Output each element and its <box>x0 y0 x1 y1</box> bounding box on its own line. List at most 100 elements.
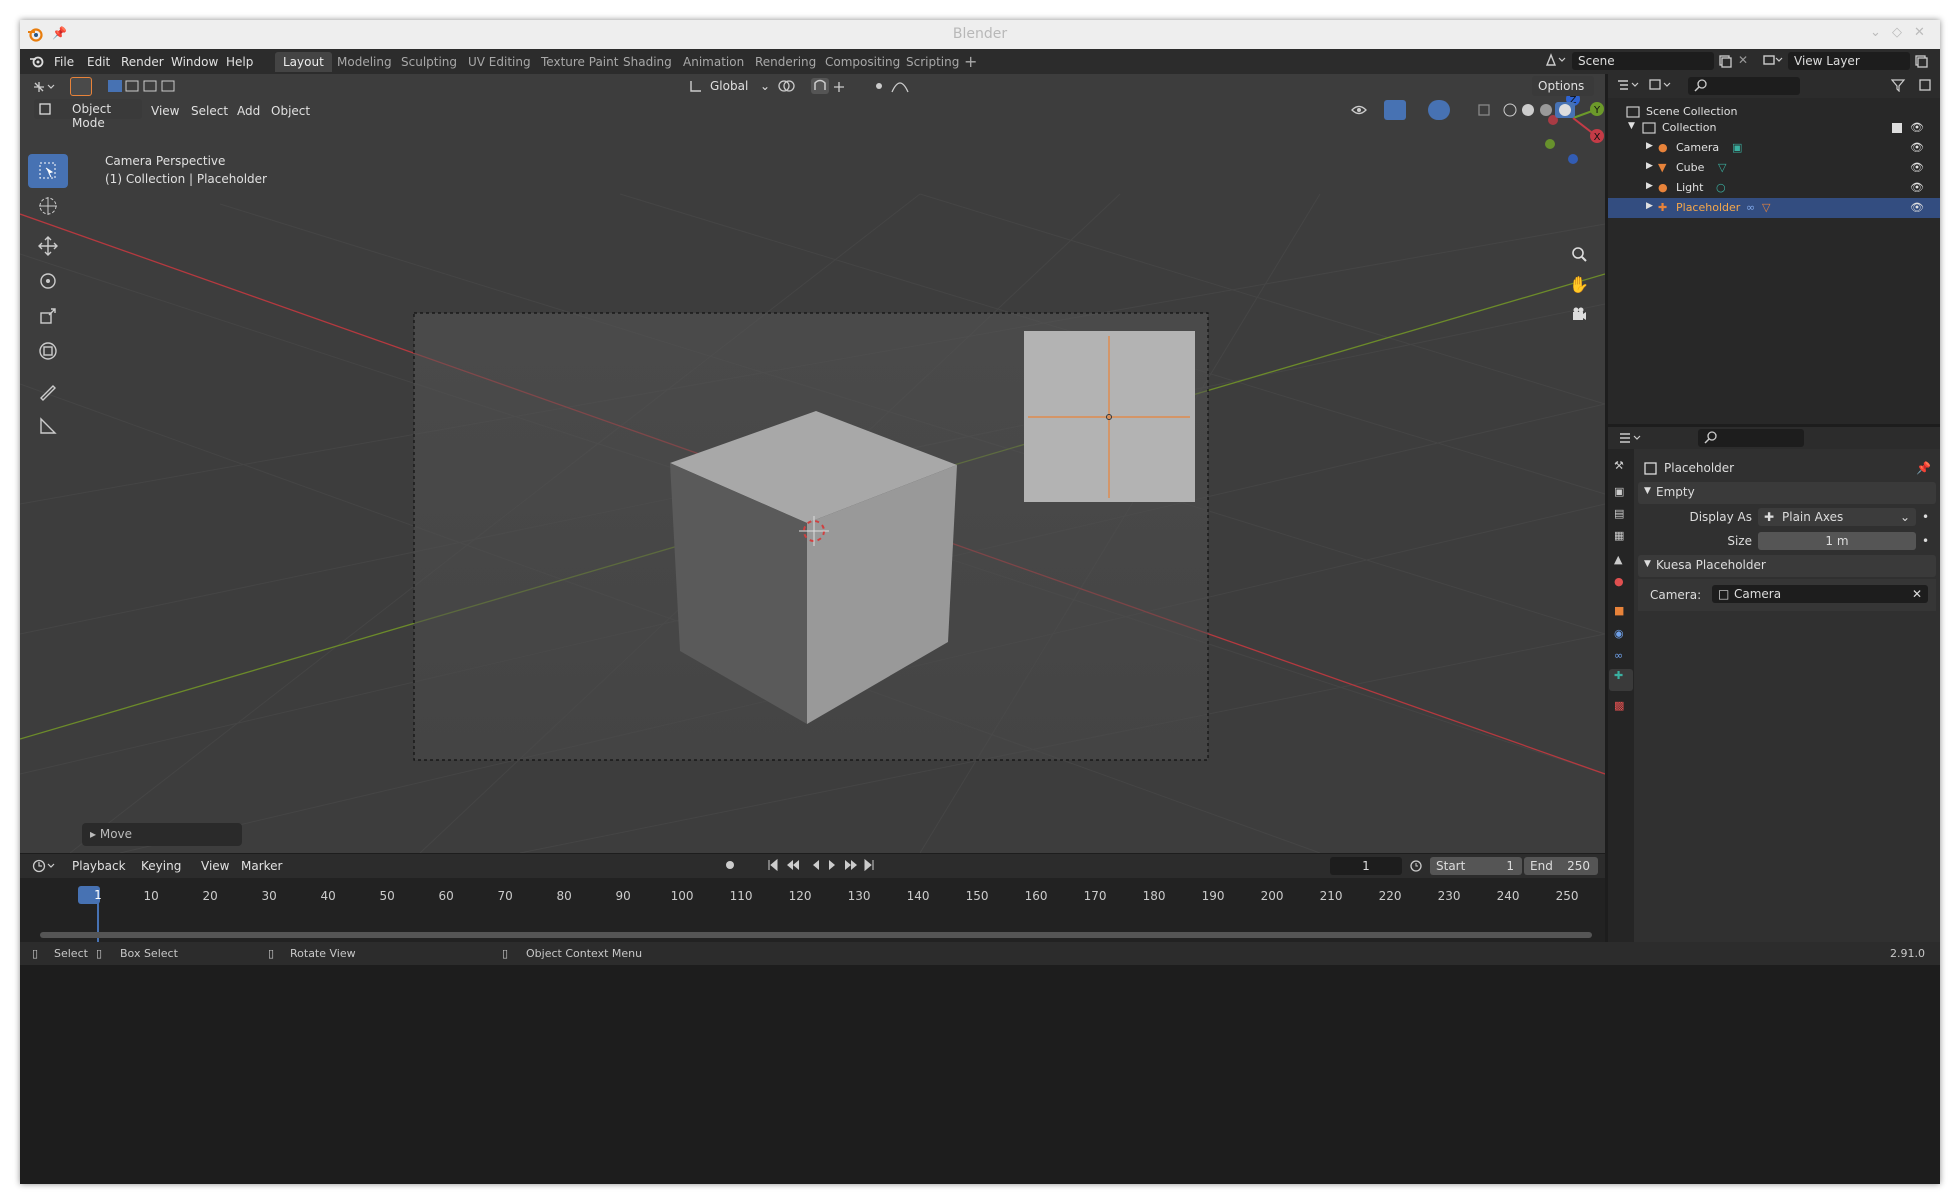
view-layer-field[interactable]: View Layer <box>1788 52 1910 70</box>
eye-icon[interactable]: 👁 <box>1910 181 1924 194</box>
tab-animation[interactable]: Animation <box>675 52 752 72</box>
view-mode-icon[interactable] <box>1648 78 1676 95</box>
menu-object[interactable]: Object <box>271 104 310 118</box>
annotate-tool-icon[interactable] <box>28 374 68 408</box>
maximize-icon[interactable]: ◇ <box>1892 25 1902 40</box>
menu-render[interactable]: Render <box>121 55 164 69</box>
end-frame-field[interactable]: End 250 <box>1524 857 1598 875</box>
viewport-scene[interactable]: Z Y X <box>20 74 1605 853</box>
shading-modes-icon[interactable] <box>1502 102 1592 121</box>
tab-layout[interactable]: Layout <box>275 52 332 72</box>
auto-keying-icon[interactable] <box>723 857 737 876</box>
start-frame-field[interactable]: Start 1 <box>1430 857 1522 875</box>
empty-panel-header[interactable]: ▼ Empty <box>1638 482 1936 504</box>
outliner-row-collection[interactable]: ▼ Collection 👁 <box>1608 118 1940 138</box>
new-collection-icon[interactable] <box>1918 78 1932 95</box>
scene-tab-icon[interactable]: ▲ <box>1614 553 1630 569</box>
timeline-editor[interactable]: Playback Keying View Marker 1 Start 1 End… <box>20 854 1605 942</box>
scale-tool-icon[interactable] <box>28 299 68 333</box>
menu-view[interactable]: View <box>151 104 179 118</box>
menu-help[interactable]: Help <box>226 55 253 69</box>
scene-name-field[interactable]: Scene <box>1572 52 1714 70</box>
display-mode-icon[interactable] <box>1616 78 1644 95</box>
tab-uv-editing[interactable]: UV Editing <box>460 52 539 72</box>
view-layer-icon[interactable] <box>1762 53 1784 70</box>
move-tool-icon[interactable] <box>28 229 68 263</box>
outliner-row-cube[interactable]: ▶ ▼ Cube ▽ 👁 <box>1608 158 1940 178</box>
expand-arrow-icon[interactable]: ▶ <box>1646 201 1653 211</box>
stopwatch-icon[interactable] <box>1409 858 1423 875</box>
current-frame-field[interactable]: 1 <box>1330 857 1402 875</box>
keyframe-dot-icon[interactable]: • <box>1922 534 1929 548</box>
expand-arrow-icon[interactable]: ▶ <box>1646 181 1653 191</box>
camera-field[interactable]: Camera □ ✕ <box>1712 585 1928 603</box>
physics-tab-icon[interactable]: ◉ <box>1614 627 1630 643</box>
add-workspace-icon[interactable]: + <box>964 52 977 71</box>
tab-texture-paint[interactable]: Texture Paint <box>533 52 626 72</box>
new-scene-icon[interactable] <box>1718 54 1732 71</box>
minimize-icon[interactable]: ⌄ <box>1870 25 1881 40</box>
eye-icon[interactable]: 👁 <box>1910 121 1924 134</box>
constraints-tab-icon[interactable]: ∞ <box>1614 649 1630 665</box>
playback-controls-icon[interactable] <box>767 858 877 875</box>
outliner-row-camera[interactable]: ▶ ● Camera ▣ 👁 <box>1608 138 1940 158</box>
cursor-tool-icon[interactable] <box>28 189 68 223</box>
pivot-icon[interactable] <box>777 78 807 97</box>
menu-playback[interactable]: Playback <box>72 859 126 873</box>
expand-arrow-icon[interactable]: ▶ <box>1646 161 1653 171</box>
xray-icon[interactable] <box>1477 103 1491 120</box>
eye-icon[interactable]: 👁 <box>1910 201 1924 214</box>
tab-sculpting[interactable]: Sculpting <box>393 52 465 72</box>
timeline-scrollbar[interactable] <box>40 932 1592 938</box>
object-data-tab-icon[interactable]: ✚ <box>1609 669 1633 691</box>
tab-shading[interactable]: Shading <box>615 52 680 72</box>
keyframe-dot-icon[interactable]: • <box>1922 510 1929 524</box>
expand-arrow-icon[interactable]: ▼ <box>1628 121 1635 131</box>
menu-select[interactable]: Select <box>191 104 228 118</box>
texture-tab-icon[interactable]: ▩ <box>1614 699 1630 715</box>
menu-edit[interactable]: Edit <box>87 55 110 69</box>
world-tab-icon[interactable]: ● <box>1614 575 1630 591</box>
overlays-toggle-icon[interactable] <box>1428 100 1450 120</box>
last-operator-panel[interactable]: ▸ Move <box>82 823 242 846</box>
new-view-layer-icon[interactable] <box>1914 54 1928 71</box>
size-field[interactable]: 1 m <box>1758 532 1916 550</box>
eye-icon[interactable]: 👁 <box>1910 161 1924 174</box>
properties-editor-type-icon[interactable] <box>1618 431 1646 448</box>
transform-orientation-dropdown[interactable]: Global <box>710 79 748 93</box>
render-tab-icon[interactable]: ▣ <box>1614 485 1630 501</box>
menu-keying[interactable]: Keying <box>141 859 181 873</box>
tool-tab-icon[interactable]: ⚒ <box>1614 459 1630 475</box>
expand-arrow-icon[interactable]: ▶ <box>1646 141 1653 151</box>
zoom-icon[interactable] <box>1567 242 1591 266</box>
display-as-dropdown[interactable]: Plain Axes ✚ ⌄ <box>1758 508 1916 526</box>
tab-scripting[interactable]: Scripting <box>898 52 967 72</box>
view-layer-tab-icon[interactable]: ▦ <box>1614 529 1630 545</box>
outliner[interactable]: Scene Collection ▼ Collection 👁 ▶ ● Came… <box>1608 74 1940 424</box>
transform-tool-icon[interactable] <box>28 334 68 368</box>
close-icon[interactable]: ✕ <box>1914 25 1925 40</box>
filter-icon[interactable] <box>1890 78 1915 95</box>
properties-editor[interactable]: ⚒ ▣ ▤ ▦ ▲ ● ■ ◉ ∞ ✚ ▩ Placeholder 📌 ▼ Em… <box>1608 427 1940 942</box>
visibility-icon[interactable] <box>1350 103 1380 120</box>
menu-add[interactable]: Add <box>237 104 260 118</box>
selection-mode-icon[interactable] <box>106 78 196 97</box>
delete-scene-icon[interactable]: ✕ <box>1738 53 1748 67</box>
select-tool-button[interactable] <box>70 77 92 96</box>
pan-hand-icon[interactable]: ✋ <box>1567 272 1591 296</box>
pin-icon[interactable]: 📌 <box>1916 461 1931 475</box>
transform-orientation-icon[interactable] <box>689 79 703 96</box>
rotate-tool-icon[interactable] <box>28 264 68 298</box>
tab-rendering[interactable]: Rendering <box>747 52 824 72</box>
menu-marker[interactable]: Marker <box>241 859 282 873</box>
clear-icon[interactable]: ✕ <box>1912 587 1922 601</box>
checkbox-icon[interactable] <box>1892 123 1902 133</box>
proportional-edit-icon[interactable] <box>872 78 916 97</box>
3d-viewport[interactable]: Z Y X Global ⌄ Options Object Mode View … <box>20 74 1605 853</box>
measure-tool-icon[interactable] <box>28 409 68 443</box>
placeholder-plane[interactable] <box>1024 331 1195 502</box>
menu-window[interactable]: Window <box>171 55 218 69</box>
gizmo-toggle-icon[interactable] <box>1384 100 1406 120</box>
blender-menu-icon[interactable] <box>29 54 44 71</box>
camera-view-icon[interactable] <box>1567 302 1591 326</box>
